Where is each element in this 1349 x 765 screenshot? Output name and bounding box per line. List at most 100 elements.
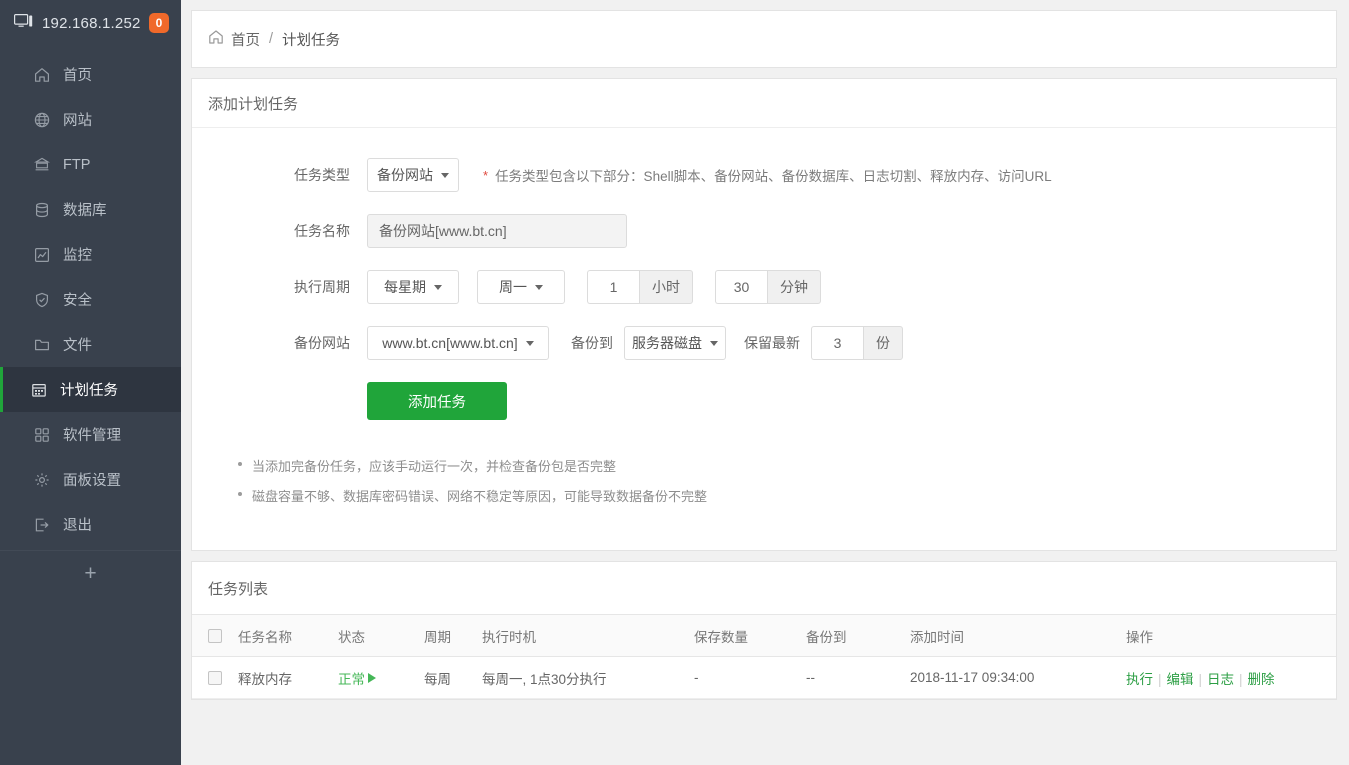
column-header-name: 任务名称	[230, 615, 330, 657]
action-separator: |	[1158, 672, 1162, 687]
sidebar-item-label: FTP	[63, 157, 90, 173]
cycle-hour-unit: 小时	[639, 270, 693, 304]
sidebar: 192.168.1.252 0 首页 网站 FTP	[0, 0, 181, 765]
sidebar-item-database[interactable]: 数据库	[0, 187, 181, 232]
form-row-submit: 添加任务	[192, 382, 1336, 420]
form-row-task-name: 任务名称	[192, 214, 1336, 248]
cell-task-name: 释放内存	[230, 657, 330, 699]
plus-icon: +	[84, 562, 96, 586]
add-server-button[interactable]: +	[0, 550, 181, 596]
breadcrumb-home-link[interactable]: 首页	[231, 29, 260, 50]
add-task-title: 添加计划任务	[192, 79, 1336, 128]
add-task-button[interactable]: 添加任务	[367, 382, 507, 420]
column-header-actions: 操作	[1118, 615, 1336, 657]
home-icon	[208, 29, 224, 49]
cell-cycle: 每周	[416, 657, 474, 699]
task-type-select[interactable]: 备份网站	[367, 158, 459, 192]
cycle-period-value: 每星期	[384, 277, 426, 297]
keep-count-group: 份	[811, 326, 903, 360]
action-edit-link[interactable]: 编辑	[1167, 672, 1194, 687]
sidebar-item-label: 数据库	[63, 199, 107, 220]
sidebar-item-home[interactable]: 首页	[0, 52, 181, 97]
cycle-minute-unit: 分钟	[767, 270, 821, 304]
database-icon	[33, 201, 50, 218]
chevron-down-icon	[441, 173, 449, 178]
table-row: 释放内存 正常 每周 每周一, 1点30分执行 - -- 2018-11-17 …	[192, 657, 1336, 699]
backup-site-value: www.bt.cn[www.bt.cn]	[382, 335, 517, 351]
backup-dest-select[interactable]: 服务器磁盘	[624, 326, 726, 360]
sidebar-item-settings[interactable]: 面板设置	[0, 457, 181, 502]
select-all-header	[192, 615, 230, 657]
form-row-task-type: 任务类型 备份网站 * 任务类型包含以下部分：Shell脚本、备份网站、备份数据…	[192, 158, 1336, 192]
sidebar-item-logout[interactable]: 退出	[0, 502, 181, 547]
cycle-weekday-select[interactable]: 周一	[477, 270, 565, 304]
notification-badge[interactable]: 0	[149, 13, 169, 33]
row-select-cell	[192, 657, 230, 699]
backup-to-label: 备份到	[571, 333, 613, 353]
breadcrumb-separator: /	[269, 31, 273, 47]
ftp-icon	[33, 156, 50, 173]
chevron-down-icon	[535, 285, 543, 290]
cycle-hour-group: 小时	[587, 270, 693, 304]
select-all-checkbox[interactable]	[208, 629, 222, 643]
sidebar-item-label: 计划任务	[60, 379, 118, 400]
globe-icon	[33, 111, 50, 128]
action-run-link[interactable]: 执行	[1126, 672, 1153, 687]
cycle-label: 执行周期	[262, 277, 350, 297]
column-header-dest: 备份到	[798, 615, 902, 657]
table-header-row: 任务名称 状态 周期 执行时机 保存数量 备份到 添加时间 操作	[192, 615, 1336, 657]
add-task-form: 任务类型 备份网站 * 任务类型包含以下部分：Shell脚本、备份网站、备份数据…	[192, 128, 1336, 550]
backup-site-select[interactable]: www.bt.cn[www.bt.cn]	[367, 326, 549, 360]
cell-state: 正常	[330, 657, 416, 699]
form-row-backup: 备份网站 www.bt.cn[www.bt.cn] 备份到 服务器磁盘 保留最新…	[192, 326, 1336, 360]
action-delete-link[interactable]: 删除	[1248, 672, 1275, 687]
sidebar-item-label: 监控	[63, 244, 92, 265]
cell-time: 每周一, 1点30分执行	[474, 657, 686, 699]
cell-dest: --	[798, 657, 902, 699]
keep-count-input[interactable]	[811, 326, 863, 360]
cycle-hour-input[interactable]	[587, 270, 639, 304]
form-row-cycle: 执行周期 每星期 周一 小时 分钟	[192, 270, 1336, 304]
sidebar-item-cron[interactable]: 计划任务	[0, 367, 181, 412]
tip-item: 磁盘容量不够、数据库密码错误、网络不稳定等原因，可能导致数据备份不完整	[232, 486, 1336, 505]
sidebar-header: 192.168.1.252 0	[0, 0, 181, 46]
column-header-cycle: 周期	[416, 615, 474, 657]
status-badge: 正常	[338, 668, 376, 688]
folder-icon	[33, 336, 50, 353]
action-log-link[interactable]: 日志	[1207, 672, 1234, 687]
sidebar-item-security[interactable]: 安全	[0, 277, 181, 322]
home-icon	[33, 66, 50, 83]
backup-site-label: 备份网站	[262, 333, 350, 353]
breadcrumb-current: 计划任务	[282, 29, 340, 50]
chevron-down-icon	[710, 341, 718, 346]
add-task-panel: 添加计划任务 任务类型 备份网站 * 任务类型包含以下部分：Shell脚本、备份…	[191, 78, 1337, 551]
sidebar-item-monitor[interactable]: 监控	[0, 232, 181, 277]
column-header-added: 添加时间	[902, 615, 1118, 657]
status-text: 正常	[338, 668, 365, 688]
sidebar-item-website[interactable]: 网站	[0, 97, 181, 142]
sidebar-item-label: 退出	[63, 514, 92, 535]
sidebar-item-ftp[interactable]: FTP	[0, 142, 181, 187]
task-name-input[interactable]	[367, 214, 627, 248]
sidebar-item-label: 安全	[63, 289, 92, 310]
task-name-label: 任务名称	[262, 221, 350, 241]
cell-added-time: 2018-11-17 09:34:00	[902, 657, 1118, 699]
cycle-minute-input[interactable]	[715, 270, 767, 304]
column-header-time: 执行时机	[474, 615, 686, 657]
cycle-weekday-value: 周一	[499, 277, 527, 297]
keep-count-unit: 份	[863, 326, 903, 360]
app-root: 192.168.1.252 0 首页 网站 FTP	[0, 0, 1349, 765]
host-ip: 192.168.1.252	[42, 15, 149, 32]
play-icon[interactable]	[368, 673, 376, 683]
sidebar-item-label: 网站	[63, 109, 92, 130]
row-checkbox[interactable]	[208, 671, 222, 685]
sidebar-item-software[interactable]: 软件管理	[0, 412, 181, 457]
task-table: 任务名称 状态 周期 执行时机 保存数量 备份到 添加时间 操作	[192, 614, 1336, 699]
sidebar-menu: 首页 网站 FTP 数据库	[0, 46, 181, 547]
sidebar-item-files[interactable]: 文件	[0, 322, 181, 367]
monitor-icon	[14, 14, 33, 32]
cycle-period-select[interactable]: 每星期	[367, 270, 459, 304]
shield-icon	[33, 291, 50, 308]
cell-keep: -	[686, 657, 798, 699]
task-type-hint: 任务类型包含以下部分：Shell脚本、备份网站、备份数据库、日志切割、释放内存、…	[495, 165, 1052, 185]
